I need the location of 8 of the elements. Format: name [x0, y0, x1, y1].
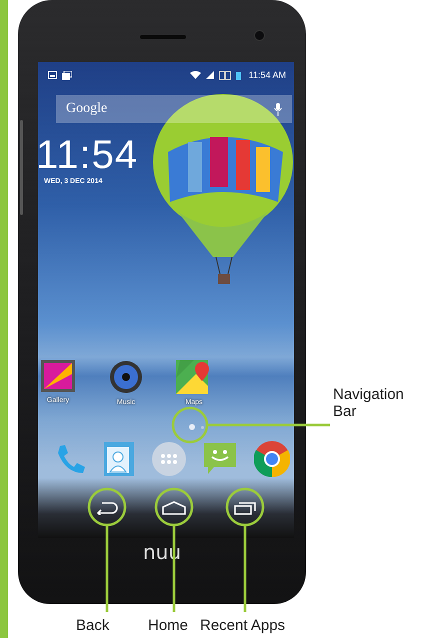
callout-label: Navigation Bar: [333, 386, 405, 420]
search-bar[interactable]: Google: [56, 95, 292, 123]
clock-time: 11:54: [38, 135, 138, 175]
callout-label: Recent Apps: [200, 617, 286, 634]
callout-label: Home: [148, 617, 188, 634]
callout-label: Back: [76, 617, 110, 634]
search-logo-text: Google: [66, 101, 108, 117]
status-time: 11:54 AM: [248, 70, 286, 80]
